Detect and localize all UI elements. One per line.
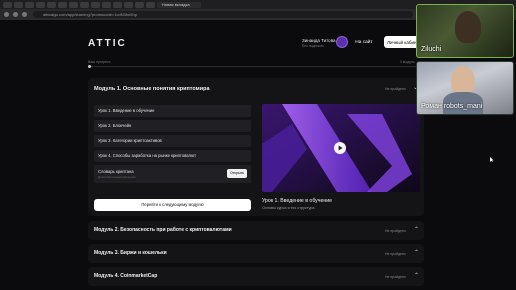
mouse-cursor-icon [490,157,494,162]
back-icon[interactable] [4,12,9,17]
progress-indicator [88,65,91,68]
site-logo[interactable]: ATTIC [88,38,127,49]
module-title: Модуль 2. Безопасность при работе с крип… [94,227,232,233]
browser-tab[interactable] [113,1,122,8]
play-icon[interactable] [334,142,346,154]
module-status: Не пройдено [384,87,406,91]
progress-right-label: 1 модуль [400,60,415,64]
lesson-item[interactable]: Урок 4. Способы заработка на рынке крипт… [94,150,251,162]
call-participant-tile[interactable]: Ziluchi [416,4,514,58]
lesson-item[interactable]: Урок 1. Введение в обучение [94,105,251,117]
browser-tab[interactable] [102,1,111,8]
browser-tab[interactable] [47,1,56,8]
progress-bar [88,66,424,67]
browser-tab[interactable] [91,1,100,8]
browser-tab[interactable] [14,1,23,8]
browser-tab[interactable] [135,1,144,8]
module-3-row[interactable]: Модуль 3. Биржи и кошельки Не пройдено ⌃ [88,244,424,263]
browser-tab[interactable] [80,1,89,8]
user-subscription: Без подписки [302,44,324,48]
module-1-card: Модуль 1. Основные понятия криптомира Не… [88,78,424,216]
chevron-up-icon[interactable]: ⌃ [414,226,419,233]
forward-icon[interactable] [13,12,18,17]
dictionary-title: Словарь криптана [98,169,134,174]
browser-tab[interactable] [25,1,34,8]
avatar[interactable] [336,36,348,48]
browser-tab[interactable] [3,1,12,8]
dictionary-item: Словарь криптана Дополнительный материал… [94,165,251,183]
browser-tab[interactable] [36,1,45,8]
browser-tab[interactable] [69,1,78,8]
video-player[interactable] [262,104,420,192]
participant-video [455,11,481,43]
next-module-button[interactable]: Перейти к следующему модулю [94,199,251,211]
site-button[interactable]: На сайт [350,36,378,48]
browser-tab[interactable] [124,1,133,8]
progress-label: Ваш прогресс [88,60,111,64]
module-status: Не пройдено [384,275,406,279]
participant-name: Ziluchi [421,46,442,53]
module-4-row[interactable]: Модуль 4. CoinmarketCap Не пройдено ⌃ [88,267,424,286]
module-2-row[interactable]: Модуль 2. Безопасность при работе с крип… [88,221,424,240]
lesson-item[interactable]: Урок 3. Категории криптоактивов [94,135,251,147]
chevron-up-icon[interactable]: ⌃ [414,249,419,256]
chevron-up-icon[interactable]: ⌃ [414,272,419,279]
module-title: Модуль 4. CoinmarketCap [94,273,158,279]
browser-tab[interactable] [146,1,155,8]
lesson-item[interactable]: Урок 2. Блокчейн [94,120,251,132]
browser-tab-active[interactable]: Новая вкладка [157,1,201,8]
call-participant-tile[interactable]: Роман robots_mani [416,61,514,115]
url-field[interactable]: atticalgo.com/app/learning?promocode=1cd… [33,11,413,18]
user-name: Зинаида Титова [302,38,336,43]
module-status: Не пройдено [384,229,406,233]
module-title: Модуль 3. Биржи и кошельки [94,250,167,256]
browser-tab[interactable] [58,1,67,8]
participant-name: Роман robots_mani [421,103,483,110]
video-subtitle: Основы курса и его структура. [262,206,316,210]
reload-icon[interactable] [22,12,27,17]
module-status: Не пройдено [384,252,406,256]
dictionary-open-button[interactable]: Открыть [227,169,247,178]
video-title: Урок 1. Введение в обучение [262,198,333,204]
dictionary-subtitle: Дополнительный материал [98,175,137,179]
module-title[interactable]: Модуль 1. Основные понятия криптомира [94,86,210,92]
